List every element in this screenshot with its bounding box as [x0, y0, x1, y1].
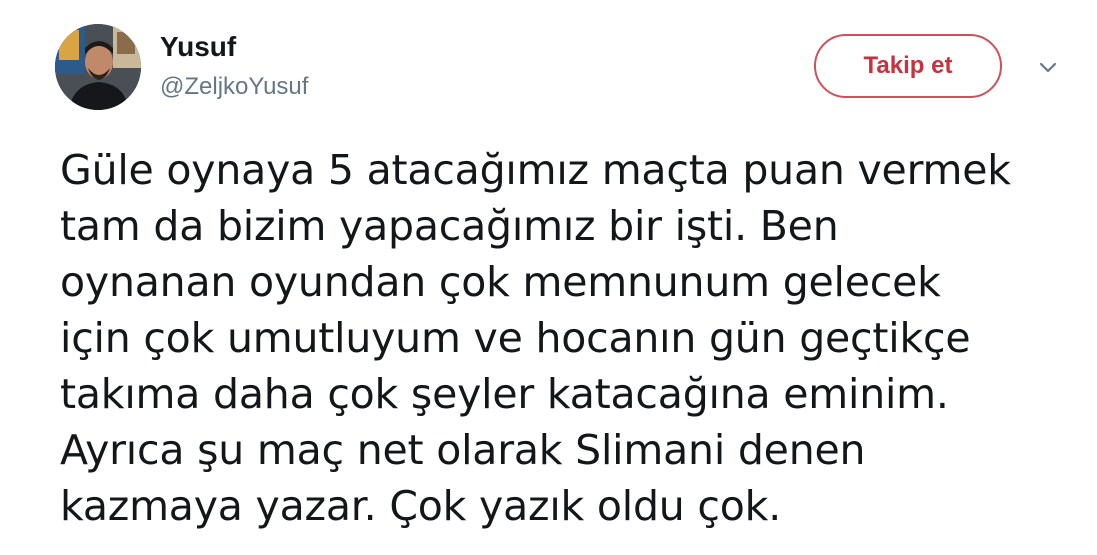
tweet-text-line: tam da bizim yapacağımız bir işti. Ben: [60, 202, 839, 250]
tweet-text-line: Ayrıca şu maç net olarak Slimani denen: [60, 426, 866, 474]
tweet-text-line: oynanan oyundan çok memnunum gelecek: [60, 258, 941, 306]
follow-button[interactable]: Takip et: [814, 34, 1002, 98]
tweet-text: Güle oynaya 5 atacağımız maçta puan verm…: [60, 142, 1090, 534]
tweet-text-line: takıma daha çok şeyler katacağına eminim…: [60, 370, 949, 418]
display-name[interactable]: Yusuf: [160, 30, 236, 64]
avatar[interactable]: [55, 24, 141, 110]
tweet-text-line: Güle oynaya 5 atacağımız maçta puan verm…: [60, 146, 1011, 194]
tweet-text-line: için çok umutluyum ve hocanın gün geçtik…: [60, 314, 971, 362]
chevron-down-icon[interactable]: [1034, 58, 1062, 78]
tweet-card: Yusuf @ZeljkoYusuf Takip et Güle oynaya …: [0, 0, 1097, 555]
user-handle[interactable]: @ZeljkoYusuf: [160, 72, 308, 102]
tweet-text-line: kazmaya yazar. Çok yazık oldu çok.: [60, 482, 782, 530]
avatar-image: [55, 24, 141, 110]
